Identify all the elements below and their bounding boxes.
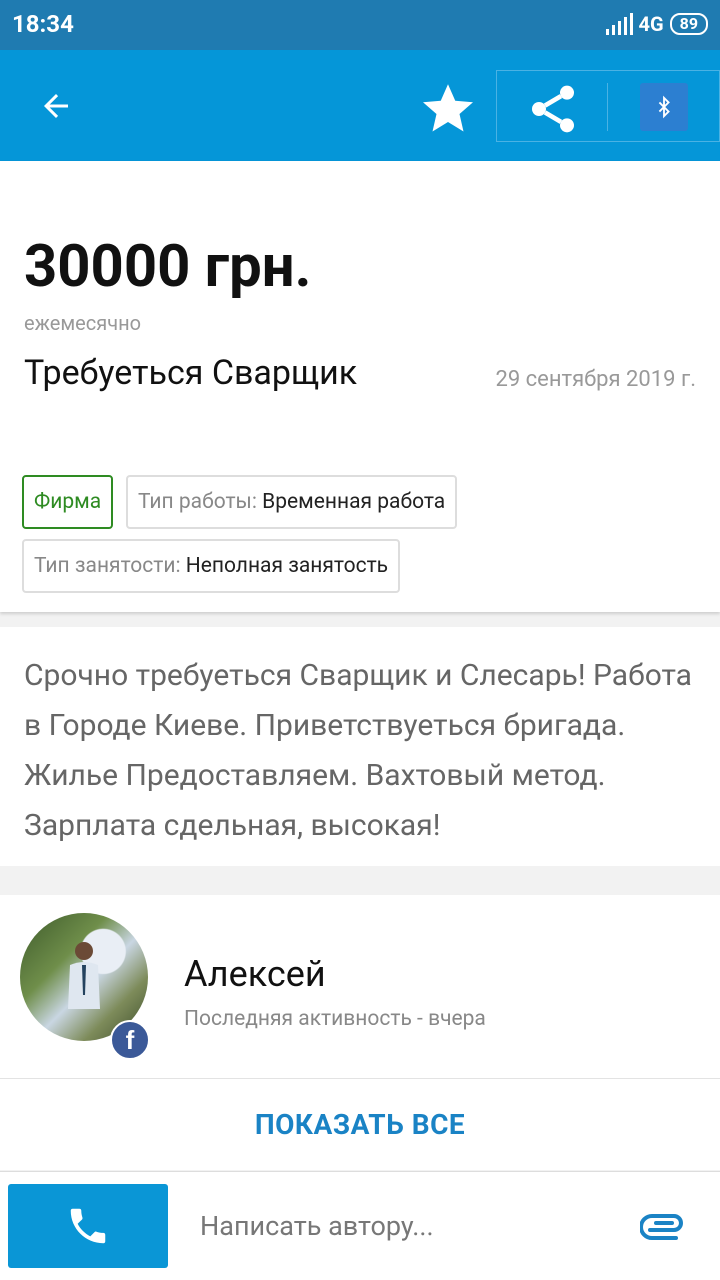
author-card: f Алексей Последняя активность - вчера П… <box>0 895 720 1170</box>
paperclip-icon[interactable] <box>640 1208 686 1242</box>
tag-key: Тип работы: <box>138 490 257 514</box>
star-icon[interactable] <box>418 78 478 138</box>
action-divider <box>607 83 608 131</box>
listing-card: 30000 грн. ежемесячно Требуеться Сварщик… <box>0 161 720 612</box>
back-button[interactable] <box>28 78 84 134</box>
price: 30000 грн. <box>24 233 312 301</box>
message-input[interactable] <box>184 1194 624 1258</box>
author-name[interactable]: Алексей <box>184 953 326 995</box>
tag-label: Фирма <box>34 490 102 514</box>
signal-icon <box>605 13 633 35</box>
description-card: Срочно требуеться Сварщик и Слесарь! Раб… <box>0 627 720 866</box>
pay-period: ежемесячно <box>24 311 142 335</box>
call-button[interactable] <box>8 1184 168 1268</box>
listing-title: Требуеться Сварщик <box>24 353 358 393</box>
status-time: 18:34 <box>12 10 74 38</box>
tag-work-type: Тип работы: Временная работа <box>126 475 458 529</box>
tag-employment: Тип занятости: Неполная занятость <box>22 539 401 593</box>
tag-key: Тип занятости: <box>34 554 181 578</box>
status-right: 4G 89 <box>605 12 708 36</box>
app-bar <box>0 50 720 161</box>
tag-firm: Фирма <box>22 475 114 529</box>
status-bar: 18:34 4G 89 <box>0 0 720 50</box>
tag-value: Временная работа <box>262 490 446 514</box>
phone-icon <box>70 1208 106 1244</box>
description-text: Срочно требуеться Сварщик и Слесарь! Раб… <box>24 658 692 843</box>
share-icon[interactable] <box>525 81 581 137</box>
facebook-icon: f <box>110 1020 150 1060</box>
bottom-bar <box>0 1171 720 1280</box>
person-silhouette <box>68 942 100 1009</box>
battery-indicator: 89 <box>669 13 708 35</box>
listing-date: 29 сентября 2019 г. <box>495 367 696 392</box>
network-type: 4G <box>638 12 664 36</box>
bluetooth-icon <box>658 95 670 119</box>
show-all-button[interactable]: ПОКАЗАТЬ ВСЕ <box>0 1079 720 1170</box>
bluetooth-button[interactable] <box>640 83 688 131</box>
author-last-activity: Последняя активность - вчера <box>184 1007 486 1031</box>
action-group <box>496 70 720 142</box>
tag-value: Неполная занятость <box>185 554 389 578</box>
back-arrow-icon <box>44 94 68 118</box>
